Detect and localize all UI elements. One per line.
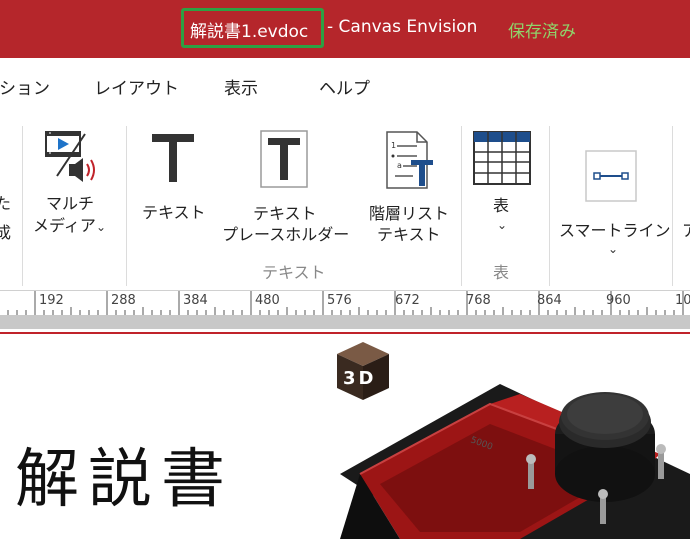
ruler-label: 672 — [395, 293, 420, 308]
group-label-table: 表 — [493, 263, 510, 282]
menu-item-view[interactable]: 表示 — [224, 74, 258, 99]
horizontal-ruler: 192 288 384 480 576 672 768 864 960 10 — [0, 290, 690, 316]
smartline-button[interactable]: スマートライン ⌄ — [556, 126, 671, 261]
text-placeholder-label-2: プレースホルダー — [222, 225, 350, 244]
ribbon-separator — [126, 126, 127, 286]
ruler-label: 576 — [327, 293, 352, 308]
ribbon-separator — [461, 126, 462, 286]
hierarchical-list-icon: 1 a — [386, 131, 433, 189]
document-name: 解説書1.evdoc — [190, 22, 309, 42]
menu-item-partial[interactable]: ション — [0, 74, 50, 99]
multimedia-icon — [45, 131, 95, 182]
chevron-down-icon: ⌄ — [608, 242, 619, 256]
chevron-down-icon: ⌄ — [96, 220, 107, 234]
table-icon — [473, 131, 531, 185]
table-button[interactable]: 表 ⌄ — [468, 126, 538, 241]
text-icon — [152, 134, 194, 182]
ribbon-partial-left-1[interactable]: た — [0, 193, 11, 214]
multimedia-button[interactable]: マルチ メディア ⌄ — [30, 126, 115, 246]
hierarchical-list-label-1: 階層リスト — [369, 204, 450, 223]
group-label-text: テキスト — [262, 263, 326, 282]
ribbon-partial-right[interactable]: ア — [682, 220, 690, 241]
multimedia-label-2: メディア — [33, 216, 96, 235]
text-label: テキスト — [142, 203, 206, 222]
ruler-label: 768 — [466, 293, 491, 308]
text-placeholder-label-1: テキスト — [253, 204, 317, 223]
document-heading[interactable]: 解説書 — [15, 428, 234, 520]
ruler-label: 10 — [675, 293, 690, 308]
ribbon-separator — [549, 126, 550, 286]
svg-text:1: 1 — [391, 141, 396, 150]
smartline-label: スマートライン — [559, 221, 671, 240]
ruler-label: 960 — [606, 293, 631, 308]
ruler-label: 192 — [39, 293, 64, 308]
menu-item-help[interactable]: ヘルプ — [319, 74, 370, 99]
ruler-label: 480 — [255, 293, 280, 308]
3d-model-image[interactable]: 5000 — [320, 364, 690, 539]
hierarchical-list-label-2: テキスト — [377, 225, 441, 244]
table-label: 表 — [493, 196, 510, 215]
smartline-icon — [585, 150, 637, 202]
menu-item-layout[interactable]: レイアウト — [94, 74, 179, 99]
ribbon-separator — [22, 126, 23, 286]
ribbon-partial-left-2[interactable]: 成 — [0, 222, 11, 243]
chevron-down-icon: ⌄ — [497, 218, 508, 232]
app-name: - Canvas Envision — [327, 17, 478, 37]
multimedia-label-1: マルチ — [46, 194, 95, 213]
ruler-label: 864 — [537, 293, 562, 308]
text-placeholder-icon — [260, 130, 308, 188]
title-bar: 解説書1.evdoc - Canvas Envision 保存済み — [0, 0, 690, 58]
text-button[interactable]: テキスト — [136, 126, 211, 236]
ruler-label: 288 — [111, 293, 136, 308]
svg-text:a: a — [397, 161, 402, 170]
ruler-label: 384 — [183, 293, 208, 308]
save-status: 保存済み — [508, 22, 576, 42]
ruler-gutter — [0, 315, 690, 329]
hierarchical-list-text-button[interactable]: 1 a 階層リスト テキスト — [363, 126, 458, 246]
ribbon-separator — [672, 126, 673, 286]
text-placeholder-button[interactable]: テキスト プレースホルダー — [222, 126, 350, 246]
